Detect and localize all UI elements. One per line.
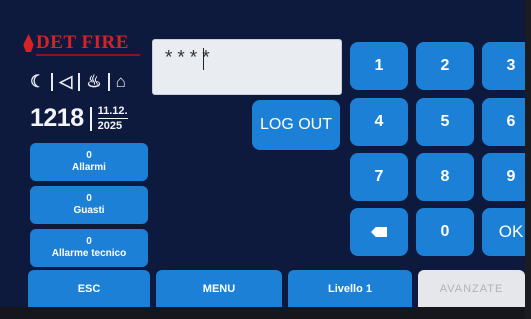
ok-button[interactable]: OK	[482, 208, 531, 256]
logout-button[interactable]: LOG OUT	[252, 100, 340, 150]
password-value: ****	[163, 48, 213, 70]
key-9[interactable]: 9	[482, 153, 531, 201]
alarms-count: 0	[86, 150, 92, 161]
icon-divider	[107, 73, 110, 91]
clock-date-day: 11.12.	[97, 105, 128, 117]
faults-label: Guasti	[73, 205, 105, 216]
text-caret	[203, 48, 204, 70]
password-input[interactable]: ****	[152, 39, 342, 95]
alarms-label: Allarmi	[72, 162, 106, 173]
clock-divider	[89, 106, 92, 131]
date-line	[97, 118, 128, 119]
key-6[interactable]: 6	[482, 98, 531, 146]
brand-name: DET FIRE	[36, 32, 129, 53]
key-7[interactable]: 7	[350, 153, 408, 201]
fire-icon: ♨	[86, 72, 102, 91]
key-4[interactable]: 4	[350, 98, 408, 146]
technical-alarm-label: Allarme tecnico	[51, 248, 127, 259]
brand-underline	[36, 54, 140, 56]
access-level-button[interactable]: Livello 1	[288, 270, 412, 308]
backspace-button[interactable]	[350, 208, 408, 256]
clock-date-year: 2025	[97, 120, 123, 132]
flame-icon	[23, 34, 34, 52]
icon-divider	[51, 73, 54, 91]
brand-logo: DET FIRE	[22, 32, 142, 56]
device-bezel-edge	[525, 0, 531, 319]
sound-icon: ◁	[59, 72, 73, 91]
faults-button[interactable]: 0 Guasti	[30, 186, 148, 224]
key-2[interactable]: 2	[416, 42, 474, 90]
lock-icon: ⌂	[115, 72, 126, 91]
clock-time: 1218	[30, 104, 84, 132]
technical-alarm-count: 0	[86, 236, 92, 247]
key-8[interactable]: 8	[416, 153, 474, 201]
faults-count: 0	[86, 193, 92, 204]
advanced-button[interactable]: AVANZATE	[418, 270, 525, 308]
alarms-button[interactable]: 0 Allarmi	[30, 143, 148, 181]
menu-button[interactable]: MENU	[156, 270, 282, 308]
technical-alarm-button[interactable]: 0 Allarme tecnico	[30, 229, 148, 267]
clock-date: 11.12. 2025	[97, 105, 128, 132]
clock-display: 1218 11.12. 2025	[30, 104, 128, 133]
backspace-icon	[371, 227, 387, 237]
key-0[interactable]: 0	[416, 208, 474, 256]
key-1[interactable]: 1	[350, 42, 408, 90]
control-panel-screen: DET FIRE ☾ ◁ ♨ ⌂ 1218 11.12. 2025 0 Alla…	[0, 0, 531, 319]
status-icon-row: ☾ ◁ ♨ ⌂	[30, 72, 126, 92]
key-5[interactable]: 5	[416, 98, 474, 146]
key-3[interactable]: 3	[482, 42, 531, 90]
esc-button[interactable]: ESC	[28, 270, 150, 308]
device-bezel	[0, 307, 531, 319]
night-mode-icon: ☾	[30, 72, 46, 91]
icon-divider	[78, 73, 81, 91]
